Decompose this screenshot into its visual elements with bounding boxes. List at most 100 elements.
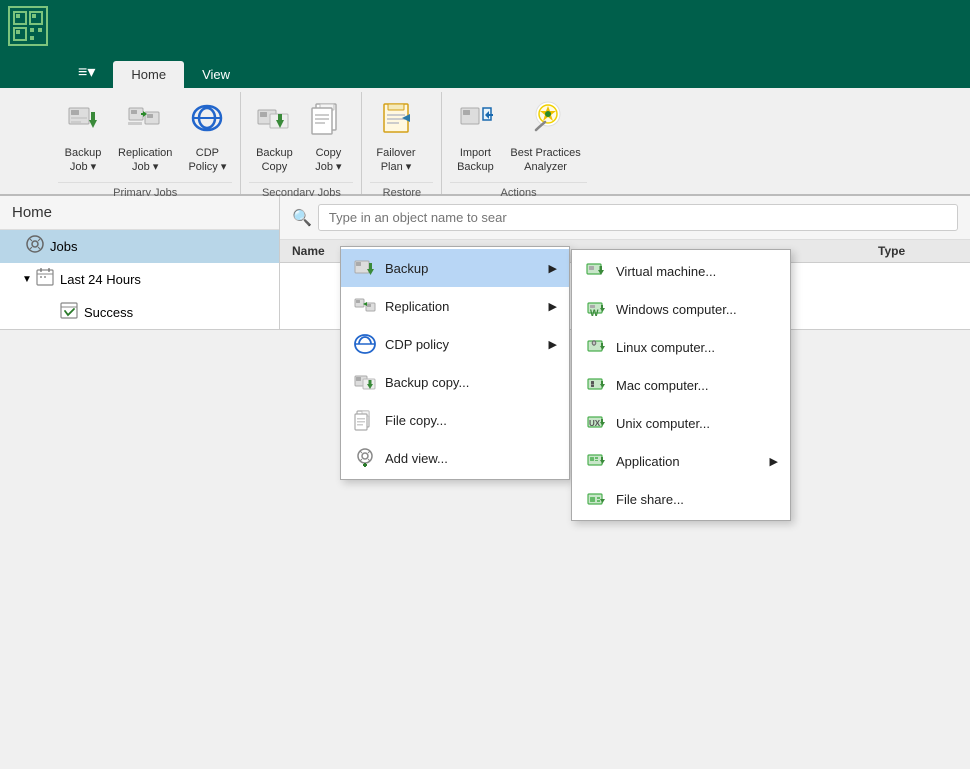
cdp-label: CDP policy: [385, 337, 449, 352]
left-panel: Home Jobs ▼: [0, 196, 280, 329]
fileshare-icon: [584, 487, 608, 511]
success-label: Success: [84, 305, 133, 320]
submenu-fileshare[interactable]: File share...: [572, 480, 790, 518]
last24-icon: [36, 268, 54, 291]
last24-expander: ▼: [20, 274, 34, 285]
jobs-icon: [26, 235, 44, 258]
submenu: Virtual machine... W Windo: [571, 249, 791, 521]
submenu-virtual-machine[interactable]: Virtual machine...: [572, 252, 790, 290]
restore-buttons: Failover Plan ▾: [370, 96, 433, 178]
vm-icon: [584, 259, 608, 283]
app-logo: [8, 6, 48, 46]
fileshare-label: File share...: [616, 492, 684, 507]
file-copy-menu-icon: [353, 408, 377, 432]
tab-home[interactable]: Home: [113, 61, 184, 88]
actions-buttons: Import Backup Best Practices Analyzer: [450, 96, 586, 178]
ribbon-group-restore: Failover Plan ▾ Restore: [362, 92, 442, 194]
context-menu-backup-copy[interactable]: Backup copy...: [341, 363, 569, 401]
vm-label: Virtual machine...: [616, 264, 716, 279]
unix-icon: UX: [584, 411, 608, 435]
tree-item-jobs[interactable]: Jobs: [0, 230, 279, 263]
title-bar: [0, 0, 970, 52]
submenu-application[interactable]: Application ▶: [572, 442, 790, 480]
context-menu-backup[interactable]: Backup ▶ Virtual machine..: [341, 249, 569, 287]
replication-job-icon: [127, 100, 163, 145]
backup-menu-icon: [353, 256, 377, 280]
ribbon-group-secondary-jobs: Backup Copy Copy Job ▾ Secondary Jobs: [241, 92, 362, 194]
search-bar: 🔍: [280, 196, 970, 240]
ribbon-tabs: ≡▾ Home View: [0, 52, 970, 88]
cdp-policy-button[interactable]: CDP Policy ▾: [182, 96, 232, 178]
mac-icon: [584, 373, 608, 397]
backup-chevron: ▶: [549, 262, 557, 275]
ribbon: Backup Job ▾ Replication Job ▾: [0, 88, 970, 196]
file-copy-label: File copy...: [385, 413, 447, 428]
search-input[interactable]: [318, 204, 958, 231]
svg-text:UX: UX: [589, 419, 601, 428]
backup-copy-menu-icon: [353, 370, 377, 394]
backup-copy-label: Backup copy...: [385, 375, 469, 390]
app-icon: [584, 449, 608, 473]
copy-job-button[interactable]: Copy Job ▾: [303, 96, 353, 178]
linux-icon: [584, 335, 608, 359]
primary-jobs-buttons: Backup Job ▾ Replication Job ▾: [58, 96, 232, 178]
backup-job-label: Backup Job ▾: [65, 147, 102, 173]
replication-job-button[interactable]: Replication Job ▾: [112, 96, 178, 178]
backup-job-button[interactable]: Backup Job ▾: [58, 96, 108, 178]
mac-label: Mac computer...: [616, 378, 708, 393]
import-backup-label: Import Backup: [457, 147, 494, 173]
backup-copy-icon: [256, 100, 292, 145]
failover-plan-icon: [378, 100, 414, 145]
copy-job-icon: [310, 100, 346, 145]
svg-text:W: W: [590, 308, 599, 318]
best-practices-icon: [528, 100, 564, 145]
submenu-unix[interactable]: UX Unix computer...: [572, 404, 790, 442]
tree-item-last24[interactable]: ▼ Last 24 Hours: [0, 263, 279, 296]
add-view-menu-icon: [353, 446, 377, 470]
backup-copy-label: Backup Copy: [256, 147, 293, 173]
unix-label: Unix computer...: [616, 416, 710, 431]
backup-copy-button[interactable]: Backup Copy: [249, 96, 299, 178]
import-backup-button[interactable]: Import Backup: [450, 96, 500, 178]
submenu-linux[interactable]: Linux computer...: [572, 328, 790, 366]
tree-item-success[interactable]: Success: [0, 296, 279, 329]
add-view-label: Add view...: [385, 451, 448, 466]
tab-hamburger[interactable]: ≡▾: [60, 56, 113, 88]
jobs-label: Jobs: [50, 239, 77, 254]
copy-job-label: Copy Job ▾: [315, 147, 341, 173]
ribbon-group-primary-jobs: Backup Job ▾ Replication Job ▾: [50, 92, 241, 194]
tab-view[interactable]: View: [184, 61, 248, 88]
backup-label: Backup: [385, 261, 428, 276]
right-panel: 🔍 Name Type Backup ▶: [280, 196, 970, 329]
cdp-chevron: ▶: [549, 338, 557, 351]
failover-plan-label: Failover Plan ▾: [376, 147, 415, 173]
submenu-windows[interactable]: W Windows computer...: [572, 290, 790, 328]
context-menu-add-view[interactable]: Add view...: [341, 439, 569, 477]
ribbon-group-actions: Import Backup Best Practices Analyzer Ac…: [442, 92, 594, 194]
linux-label: Linux computer...: [616, 340, 715, 355]
context-menu: Backup ▶ Virtual machine..: [340, 246, 570, 480]
replication-job-label: Replication Job ▾: [118, 147, 172, 173]
import-backup-icon: [457, 100, 493, 145]
col-type-header: Type: [878, 244, 958, 258]
windows-label: Windows computer...: [616, 302, 737, 317]
search-icon: 🔍: [292, 208, 312, 228]
context-menu-replication[interactable]: Replication ▶: [341, 287, 569, 325]
backup-job-icon: [65, 100, 101, 145]
best-practices-button[interactable]: Best Practices Analyzer: [504, 96, 586, 178]
cdp-menu-icon: [353, 332, 377, 356]
submenu-mac[interactable]: Mac computer...: [572, 366, 790, 404]
cdp-policy-icon: [189, 100, 225, 145]
cdp-policy-label: CDP Policy ▾: [188, 147, 226, 173]
context-menu-file-copy[interactable]: File copy...: [341, 401, 569, 439]
failover-plan-button[interactable]: Failover Plan ▾: [370, 96, 421, 178]
replication-menu-icon: [353, 294, 377, 318]
content-area: Home Jobs ▼: [0, 196, 970, 329]
best-practices-label: Best Practices Analyzer: [510, 147, 580, 173]
home-header: Home: [0, 196, 279, 230]
app-label: Application: [616, 454, 680, 469]
windows-icon: W: [584, 297, 608, 321]
context-menu-cdp[interactable]: CDP policy ▶: [341, 325, 569, 363]
replication-chevron: ▶: [549, 300, 557, 313]
app-chevron: ▶: [770, 455, 778, 468]
